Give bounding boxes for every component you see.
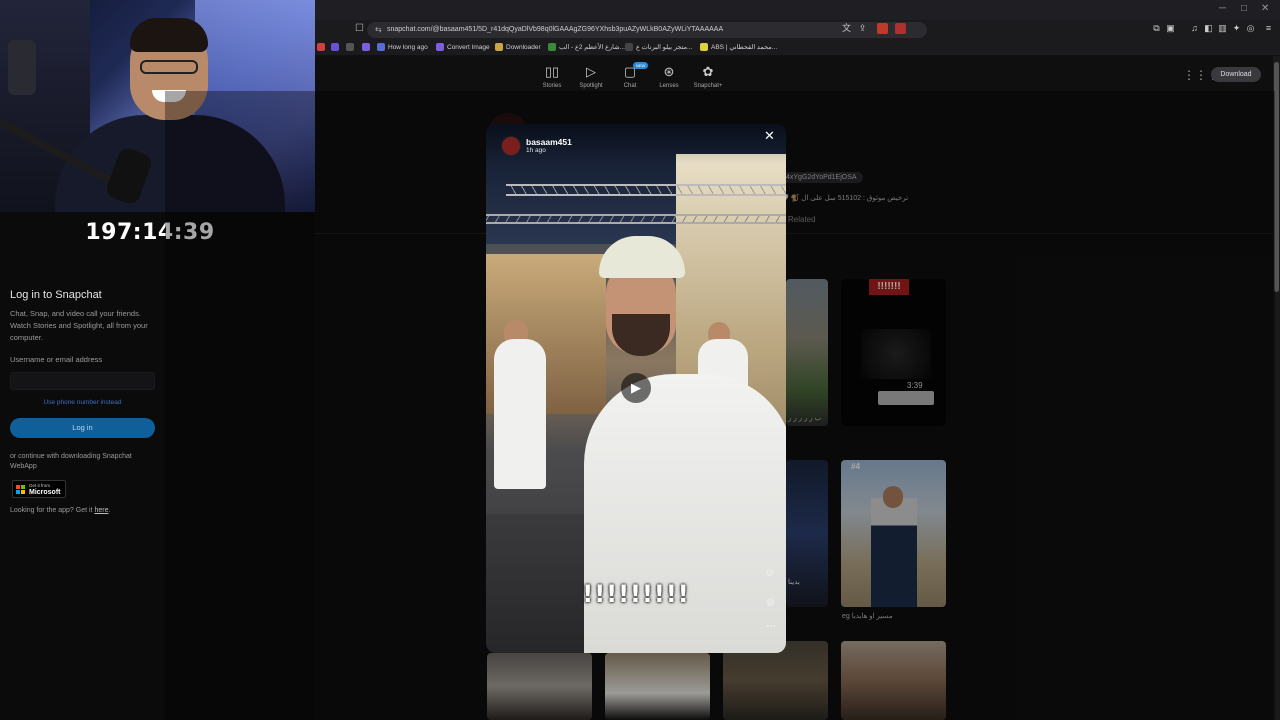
close-icon[interactable]: ✕ — [764, 128, 775, 144]
stream-timer: 197:14:39 — [85, 220, 215, 245]
extensions-icon[interactable]: ✦ — [1231, 23, 1242, 34]
bookmark-abs[interactable]: ABS | محمد القحطاني... — [700, 42, 777, 54]
story-viewer-modal[interactable]: basaam451 1h ago ✕ ▶ !!!!!!!!! ⊘ ◍ ⋯ — [486, 124, 786, 653]
use-phone-link[interactable]: Use phone number instead — [10, 399, 155, 406]
snapchat-plus-icon: ✿ — [702, 64, 714, 79]
nav-snapchat-plus[interactable]: ✿ Snapchat+ — [683, 64, 733, 89]
story-tile-5[interactable] — [487, 653, 592, 720]
story-tile-2[interactable]: !!!!!!! 3:39 — [841, 279, 946, 426]
tab-related[interactable]: Related — [788, 215, 816, 224]
continue-text: or continue with downloading Snapchat We… — [10, 453, 132, 470]
store-badge-small-text: Get it from — [29, 483, 51, 488]
story-user-avatar[interactable] — [501, 136, 521, 156]
login-button[interactable]: Log in — [10, 418, 155, 438]
menu-icon[interactable]: ≡ — [1263, 23, 1274, 34]
video-truss-1 — [506, 184, 786, 196]
story-timestamp: 1h ago — [526, 147, 546, 154]
bookmark-downloader[interactable]: Downloader — [495, 42, 541, 54]
tile-2-banner: !!!!!!! — [869, 279, 909, 295]
maximize-icon[interactable]: □ — [1241, 3, 1247, 14]
story-caption: !!!!!!!!! — [582, 580, 690, 608]
video-main-person — [584, 374, 786, 653]
share-icon[interactable]: ⇪ — [857, 23, 868, 34]
extension-icon-1[interactable]: ⧉ — [1151, 23, 1162, 34]
sidebar-icon[interactable]: ◧ — [1203, 23, 1214, 34]
wallet-icon[interactable]: ◎ — [1245, 23, 1256, 34]
story-tile-3[interactable]: بدينا — [786, 460, 828, 607]
streamer-hair — [130, 18, 208, 52]
bookmarks-bar: How long ago Convert Image Downloader شا… — [315, 40, 1280, 56]
webcam-overlay — [0, 0, 315, 212]
login-title: Log in to Snapchat — [10, 289, 102, 301]
rewards-icon[interactable] — [895, 23, 906, 34]
story-tile-4[interactable]: #4 — [841, 460, 946, 607]
address-bar-row: ☐ ⇆ snapchat.com/@basaam451/5D_r41dqQyaD… — [315, 20, 1280, 40]
bookmark-icon-3[interactable] — [346, 42, 357, 54]
username-input[interactable] — [10, 372, 155, 390]
bookmark-how-long-ago[interactable]: How long ago — [377, 42, 428, 54]
screen: 197:14:39 ─ □ ✕ ☐ ⇆ snapchat.com/@basaam… — [0, 0, 1280, 720]
bookmark-arabic-1[interactable]: شارع الأعظم 2ع - الب... — [548, 42, 625, 54]
story-tile-8[interactable] — [841, 641, 946, 720]
more-options-icon[interactable]: ⋯ — [766, 621, 776, 632]
tile-2-time: 3:39 — [907, 381, 923, 390]
bookmark-arabic-2[interactable]: متجر بيلو البرنات ع... — [625, 42, 692, 54]
bookmark-icon-1[interactable] — [317, 42, 328, 54]
tile-4-caption: eg مسير او هايدبا — [842, 613, 893, 620]
translate-icon[interactable]: 文 — [841, 23, 852, 34]
tile-2-shape — [861, 329, 931, 379]
volume-icon[interactable]: ◍ — [766, 597, 775, 608]
story-tile-6[interactable] — [605, 653, 710, 720]
store-badge-big-text: Microsoft — [29, 489, 61, 496]
microsoft-store-badge[interactable]: Get it from Microsoft — [12, 480, 66, 498]
microsoft-logo-icon — [16, 485, 26, 495]
download-button[interactable]: Download — [1211, 67, 1261, 82]
url-text: snapchat.com/@basaam451/5D_r41dqQyaDlVb9… — [387, 26, 724, 33]
close-window-icon[interactable]: ✕ — [1261, 3, 1269, 14]
video-truss-2 — [486, 214, 786, 224]
profile-code-chip[interactable]: 4xYgG2dYoPd1EjOSA — [780, 172, 863, 183]
profile-bio: 🤍 🐒 ترخيص موثوق : 515102 سل على ال — [780, 195, 909, 202]
media-icon[interactable]: ♫ — [1189, 23, 1200, 34]
app-text: Looking for the app? Get it here. — [10, 507, 111, 514]
streamer-glasses — [140, 60, 198, 74]
reading-list-icon[interactable]: ▥ — [1217, 23, 1228, 34]
link-icon[interactable]: ⊘ — [766, 568, 774, 579]
login-description: Chat, Snap, and video call your friends.… — [10, 309, 148, 342]
play-icon[interactable]: ▶ — [621, 373, 651, 403]
browser-titlebar: ─ □ ✕ — [315, 0, 1280, 20]
bookmark-icon-2[interactable] — [331, 42, 342, 54]
story-tile-1[interactable]: ب ر ر ر ر ر — [786, 279, 828, 426]
scrollbar-thumb[interactable] — [1274, 62, 1279, 292]
username-label: Username or email address — [10, 355, 103, 364]
minimize-icon[interactable]: ─ — [1219, 3, 1226, 14]
tile-4-person — [871, 498, 917, 607]
page-scrollbar[interactable] — [1273, 56, 1280, 720]
story-username[interactable]: basaam451 — [526, 137, 572, 147]
bookmark-convert-image[interactable]: Convert Image — [436, 42, 490, 54]
brave-shield-icon[interactable] — [877, 23, 888, 34]
tile-4-face — [883, 486, 903, 508]
bookmark-star-icon[interactable]: ☐ — [355, 23, 364, 34]
webcam-figurine — [8, 40, 36, 95]
app-here-link[interactable]: here — [94, 507, 108, 514]
extension-icon-2[interactable]: ▣ — [1165, 23, 1176, 34]
site-info-icon[interactable]: ⇆ — [375, 22, 382, 38]
bookmark-icon-4[interactable] — [362, 42, 373, 54]
profile-divider — [315, 233, 1273, 234]
video-bystander-1 — [494, 339, 546, 489]
tile-2-card — [878, 391, 934, 405]
